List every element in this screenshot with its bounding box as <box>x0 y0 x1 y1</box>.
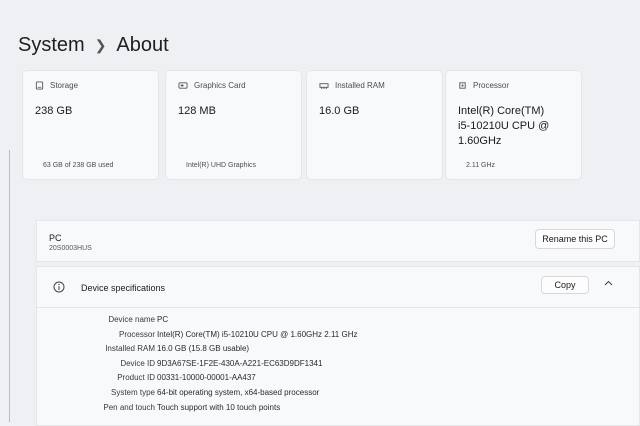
ram-icon <box>319 83 329 90</box>
storage-label: Storage <box>50 81 79 90</box>
info-icon <box>53 281 65 293</box>
chevron-right-icon: ❯ <box>94 37 107 53</box>
graphics-card-name: Intel(R) UHD Graphics <box>186 162 257 169</box>
pc-name: PC <box>49 233 62 243</box>
chevron-up-icon[interactable] <box>604 280 613 286</box>
processor-value-line: Intel(R) Core(TM) <box>458 105 545 117</box>
spec-key: Processor <box>118 329 155 339</box>
spec-value: Touch support with 10 touch points <box>157 402 281 412</box>
processor-speed: 2.11 GHz <box>466 162 496 169</box>
spec-key: Device ID <box>120 358 155 368</box>
breadcrumb-system[interactable]: System <box>18 34 85 57</box>
device-specifications-header[interactable]: Device specifications Copy <box>37 267 639 308</box>
device-specifications-panel: Device specifications Copy Device name PC… <box>36 266 640 426</box>
spec-value: 9D3A67SE-1F2E-430A-A221-EC63D9DF1341 <box>157 358 323 368</box>
pc-model: 20S0003HUS <box>49 245 92 252</box>
divider <box>9 150 10 422</box>
graphics-card-label: Graphics Card <box>194 81 246 90</box>
storage-value: 238 GB <box>35 105 73 117</box>
spec-key: Device name <box>108 315 155 324</box>
storage-icon <box>35 81 44 90</box>
storage-used: 63 GB of 238 GB used <box>43 162 114 169</box>
installed-ram-card[interactable]: Installed RAM 16.0 GB <box>306 70 443 180</box>
pc-name-panel: PC 20S0003HUS Rename this PC <box>36 220 640 262</box>
graphics-card-value: 128 MB <box>178 105 216 117</box>
storage-card[interactable]: Storage 238 GB 63 GB of 238 GB used <box>22 70 159 180</box>
installed-ram-label: Installed RAM <box>335 81 385 90</box>
graphics-card-icon <box>178 82 188 89</box>
processor-value-line: i5-10210U CPU @ <box>458 119 550 132</box>
spec-value: 16.0 GB (15.8 GB usable) <box>157 344 250 354</box>
copy-button[interactable]: Copy <box>541 276 589 294</box>
device-specifications-title: Device specifications <box>81 283 166 293</box>
spec-key: Product ID <box>117 373 155 383</box>
spec-value: 00331-10000-00001-AA437 <box>157 373 256 383</box>
page-title: About <box>116 34 169 56</box>
spec-value: PC <box>157 315 169 324</box>
processor-label: Processor <box>473 81 510 90</box>
spec-value: 64-bit operating system, x64-based proce… <box>157 387 320 397</box>
processor-icon <box>459 82 466 89</box>
processor-value: Intel(R) Core(TM) i5-10210U CPU @ 1.60GH… <box>458 104 569 149</box>
breadcrumb: System ❯ About <box>18 34 169 57</box>
installed-ram-value: 16.0 GB <box>319 105 360 117</box>
graphics-card-card[interactable]: Graphics Card 128 MB Intel(R) UHD Graphi… <box>165 70 302 180</box>
rename-pc-button[interactable]: Rename this PC <box>535 229 615 249</box>
spec-key: Installed RAM <box>105 344 155 354</box>
processor-value-line: 1.60GHz <box>458 134 502 147</box>
spec-key: Pen and touch <box>103 402 155 412</box>
spec-value: Intel(R) Core(TM) i5-10210U CPU @ 1.60GH… <box>157 329 358 339</box>
spec-key: System type <box>110 387 155 397</box>
processor-card[interactable]: Processor Intel(R) Core(TM) i5-10210U CP… <box>445 70 582 180</box>
